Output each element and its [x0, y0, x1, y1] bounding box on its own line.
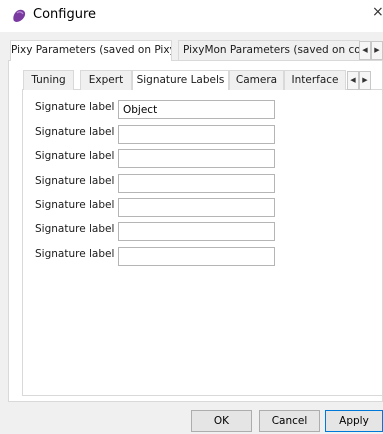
- signature-label-2-field[interactable]: [118, 125, 275, 144]
- close-icon[interactable]: ×: [372, 4, 383, 20]
- signature-label-6-field[interactable]: [118, 222, 275, 241]
- dialog-body: Pixy Parameters (saved on Pixy) PixyMon …: [0, 32, 383, 434]
- signature-label-6-label: Signature label 6: [35, 223, 125, 235]
- tab-tuning[interactable]: Tuning: [23, 70, 74, 90]
- outer-tab-scroll-right-icon[interactable]: ▶: [371, 41, 383, 60]
- signature-label-7-label: Signature label 7: [35, 248, 125, 260]
- signature-label-2-label: Signature label 2: [35, 126, 125, 138]
- signature-label-5-label: Signature label 5: [35, 199, 125, 211]
- ok-button[interactable]: OK: [191, 410, 252, 432]
- inner-tab-scroll-left-icon[interactable]: ◀: [347, 71, 359, 90]
- tab-interface[interactable]: Interface: [284, 70, 346, 90]
- tab-label: Signature Labels: [136, 74, 225, 86]
- signature-label-7-field[interactable]: [118, 247, 275, 266]
- signature-label-4-field[interactable]: [118, 174, 275, 193]
- cancel-button[interactable]: Cancel: [259, 410, 320, 432]
- tab-label: Expert: [88, 74, 124, 86]
- tab-label: Pixy Parameters (saved on Pixy): [11, 44, 172, 56]
- signature-label-1-field[interactable]: [118, 100, 275, 119]
- window-title: Configure: [33, 7, 97, 22]
- tab-camera[interactable]: Camera: [229, 70, 284, 90]
- tab-expert[interactable]: Expert: [80, 70, 132, 90]
- tab-signature-labels[interactable]: Signature Labels: [132, 70, 229, 90]
- signature-label-3-label: Signature label 3: [35, 150, 125, 162]
- outer-tab-scroll-left-icon[interactable]: ◀: [359, 41, 371, 60]
- apply-button[interactable]: Apply: [325, 410, 383, 432]
- title-bar: Configure ×: [0, 0, 383, 32]
- tab-label: Camera: [235, 74, 278, 86]
- signature-label-1-label: Signature label 1: [35, 101, 125, 113]
- tab-pixy-parameters[interactable]: Pixy Parameters (saved on Pixy): [10, 40, 172, 61]
- pixy-app-icon: [13, 9, 26, 22]
- tab-label: Tuning: [31, 74, 66, 86]
- tab-pixymon-parameters[interactable]: PixyMon Parameters (saved on comp: [178, 40, 360, 61]
- signature-label-4-label: Signature label 4: [35, 175, 125, 187]
- signature-label-3-field[interactable]: [118, 149, 275, 168]
- tab-label: PixyMon Parameters (saved on comp: [183, 44, 360, 56]
- signature-label-5-field[interactable]: [118, 198, 275, 217]
- inner-tab-scroll-right-icon[interactable]: ▶: [359, 71, 371, 90]
- tab-label: Interface: [291, 74, 339, 86]
